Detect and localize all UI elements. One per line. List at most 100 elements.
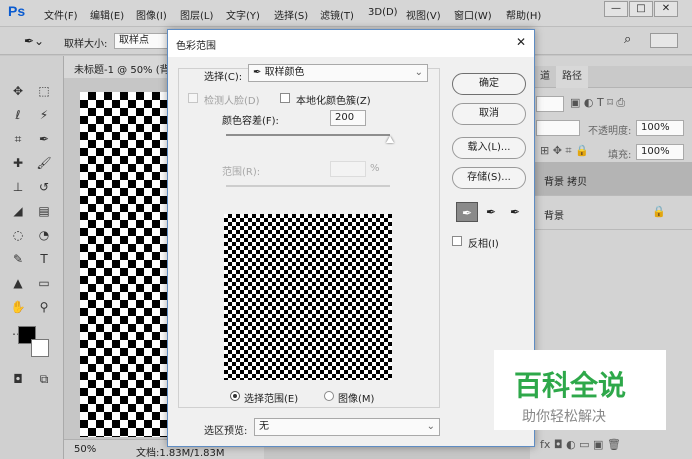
menu-layer[interactable]: 图层(L) <box>180 7 213 22</box>
tab-channels[interactable]: 道 <box>534 66 556 88</box>
dodge-tool-icon[interactable]: ◔ <box>34 226 54 244</box>
radio-dot <box>233 394 237 398</box>
menu-window[interactable]: 窗口(W) <box>454 7 492 22</box>
add-to-sample-icon[interactable]: ✒ <box>480 202 502 222</box>
sample-size-select[interactable]: 取样点 <box>114 33 168 49</box>
detect-faces-label: 检测人脸(D) <box>204 96 260 107</box>
menu-edit[interactable]: 编辑(E) <box>90 7 124 22</box>
detect-faces-checkbox[interactable] <box>188 93 198 103</box>
menu-image[interactable]: 图像(I) <box>136 7 167 22</box>
search-icon[interactable]: ⌕ <box>624 32 631 47</box>
select-dropdown[interactable]: ✒ 取样颜色 ⌄ <box>248 64 428 82</box>
chevron-down-icon: ⌄ <box>426 421 435 432</box>
eraser-icon[interactable]: ◢ <box>8 202 28 220</box>
localized-clusters-label: 本地化颜色簇(Z) <box>296 96 371 107</box>
fill-field[interactable]: 100% <box>636 144 684 160</box>
dialog-titlebar: 色彩范围 ✕ <box>168 30 534 57</box>
close-icon[interactable]: ✕ <box>516 35 526 49</box>
layer-filter-icons[interactable]: ▣ ◐ T ⌑ ⎙ <box>570 96 625 110</box>
fuzziness-label: 颜色容差(F): <box>222 116 279 127</box>
opacity-label: 不透明度: <box>588 126 632 137</box>
ok-button[interactable]: 确定 <box>452 73 526 95</box>
layer-name: 背景 拷贝 <box>544 177 588 188</box>
path-select-icon[interactable]: ▲ <box>8 274 28 292</box>
lock-icons[interactable]: ⊞ ✥ ⌗ 🔒 <box>540 144 589 158</box>
eyedropper-icon: ✒ <box>253 67 265 78</box>
preview-value: 无 <box>259 421 269 432</box>
invert-checkbox[interactable] <box>452 236 462 246</box>
zoom-level[interactable]: 50% <box>74 444 96 455</box>
workspace-switcher[interactable] <box>650 33 678 48</box>
clone-stamp-icon[interactable]: ⊥ <box>8 178 28 196</box>
range-slider-track <box>226 185 390 187</box>
watermark-title: 百科全说 <box>514 369 627 402</box>
selection-preview[interactable] <box>224 214 392 380</box>
maximize-button[interactable]: □ <box>629 1 653 17</box>
selection-preview-select[interactable]: 无 ⌄ <box>254 418 440 436</box>
history-brush-icon[interactable]: ↺ <box>34 178 54 196</box>
menu-type[interactable]: 文字(Y) <box>226 7 260 22</box>
eyedropper-icon[interactable]: ✒ <box>34 130 54 148</box>
menu-help[interactable]: 帮助(H) <box>506 7 541 22</box>
fuzziness-input[interactable]: 200 <box>330 110 366 126</box>
chevron-down-icon: ⌄ <box>414 67 423 78</box>
save-button[interactable]: 存储(S)... <box>452 167 526 189</box>
blur-tool-icon[interactable]: ◌ <box>8 226 28 244</box>
layer-row[interactable]: 背景 拷贝 <box>530 162 692 196</box>
minimize-button[interactable]: — <box>604 1 628 17</box>
fuzziness-slider-track[interactable] <box>226 134 390 136</box>
document-tab[interactable]: 未标题-1 @ 50% (背 <box>64 56 172 78</box>
screen-mode-icon[interactable]: ⧉ <box>34 370 54 388</box>
subtract-from-sample-icon[interactable]: ✒ <box>504 202 526 222</box>
dialog-title: 色彩范围 <box>176 41 216 52</box>
layer-actions-icons[interactable]: fx ◘ ◐ ▭ ▣ 🗑 <box>540 438 621 451</box>
menu-3d[interactable]: 3D(D) <box>368 7 398 18</box>
watermark-subtitle: 助你轻松解决 <box>522 409 606 425</box>
gradient-icon[interactable]: ▤ <box>34 202 54 220</box>
image-radio[interactable] <box>324 391 334 401</box>
selection-radio[interactable] <box>230 391 240 401</box>
pen-tool-icon[interactable]: ✎ <box>8 250 28 268</box>
move-tool-icon[interactable]: ✥ <box>8 82 28 100</box>
toolbox: ✥ ⬚ ℓ ⚡ ⌗ ✒ ✚ 🖌 ⊥ ↺ ◢ ▤ ◌ ◔ ✎ T ▲ ▭ ✋ ⚲ … <box>0 56 64 459</box>
lock-icon: 🔒 <box>652 205 666 218</box>
menu-file[interactable]: 文件(F) <box>44 7 78 22</box>
zoom-tool-icon[interactable]: ⚲ <box>34 298 54 316</box>
document-canvas[interactable] <box>80 92 168 437</box>
selection-radio-label: 选择范围(E) <box>244 394 299 405</box>
opacity-field[interactable]: 100% <box>636 120 684 136</box>
menu-bar: Ps 文件(F) 编辑(E) 图像(I) 图层(L) 文字(Y) 选择(S) 滤… <box>0 0 692 27</box>
menu-select[interactable]: 选择(S) <box>274 7 308 22</box>
fuzziness-slider-thumb[interactable] <box>386 136 394 143</box>
quick-mask-icon[interactable]: ◘ <box>8 370 28 388</box>
preview-label: 选区预览: <box>204 426 248 437</box>
close-window-button[interactable]: ✕ <box>654 1 678 17</box>
magic-wand-icon[interactable]: ⚡ <box>34 106 54 124</box>
background-color-swatch[interactable] <box>31 339 49 357</box>
menu-filter[interactable]: 滤镜(T) <box>320 7 354 22</box>
brush-tool-icon[interactable]: 🖌 <box>34 154 54 172</box>
marquee-tool-icon[interactable]: ⬚ <box>34 82 54 100</box>
sample-size-label: 取样大小: <box>64 39 108 50</box>
healing-brush-icon[interactable]: ✚ <box>8 154 28 172</box>
rectangle-tool-icon[interactable]: ▭ <box>34 274 54 292</box>
layer-row[interactable]: 背景 🔒 <box>530 196 692 230</box>
tab-paths[interactable]: 路径 <box>556 66 588 88</box>
crop-tool-icon[interactable]: ⌗ <box>8 130 28 148</box>
fill-label: 填充: <box>608 150 632 161</box>
localized-clusters-checkbox[interactable] <box>280 93 290 103</box>
range-unit: % <box>370 163 380 174</box>
hand-tool-icon[interactable]: ✋ <box>8 298 28 316</box>
cancel-button[interactable]: 取消 <box>452 103 526 125</box>
lasso-tool-icon[interactable]: ℓ <box>8 106 28 124</box>
eyedropper-icon[interactable]: ✒ <box>456 202 478 222</box>
watermark-logo: 百科全说 助你轻松解决 <box>494 350 666 430</box>
menu-view[interactable]: 视图(V) <box>406 7 441 22</box>
layer-name: 背景 <box>544 211 564 222</box>
type-tool-icon[interactable]: T <box>34 250 54 268</box>
blend-mode-select[interactable] <box>536 120 580 136</box>
photoshop-logo: Ps <box>8 3 26 19</box>
layer-filter-select[interactable] <box>536 96 564 112</box>
eyedropper-tool-icon[interactable]: ✒⌄ <box>24 34 44 48</box>
load-button[interactable]: 载入(L)... <box>452 137 526 159</box>
